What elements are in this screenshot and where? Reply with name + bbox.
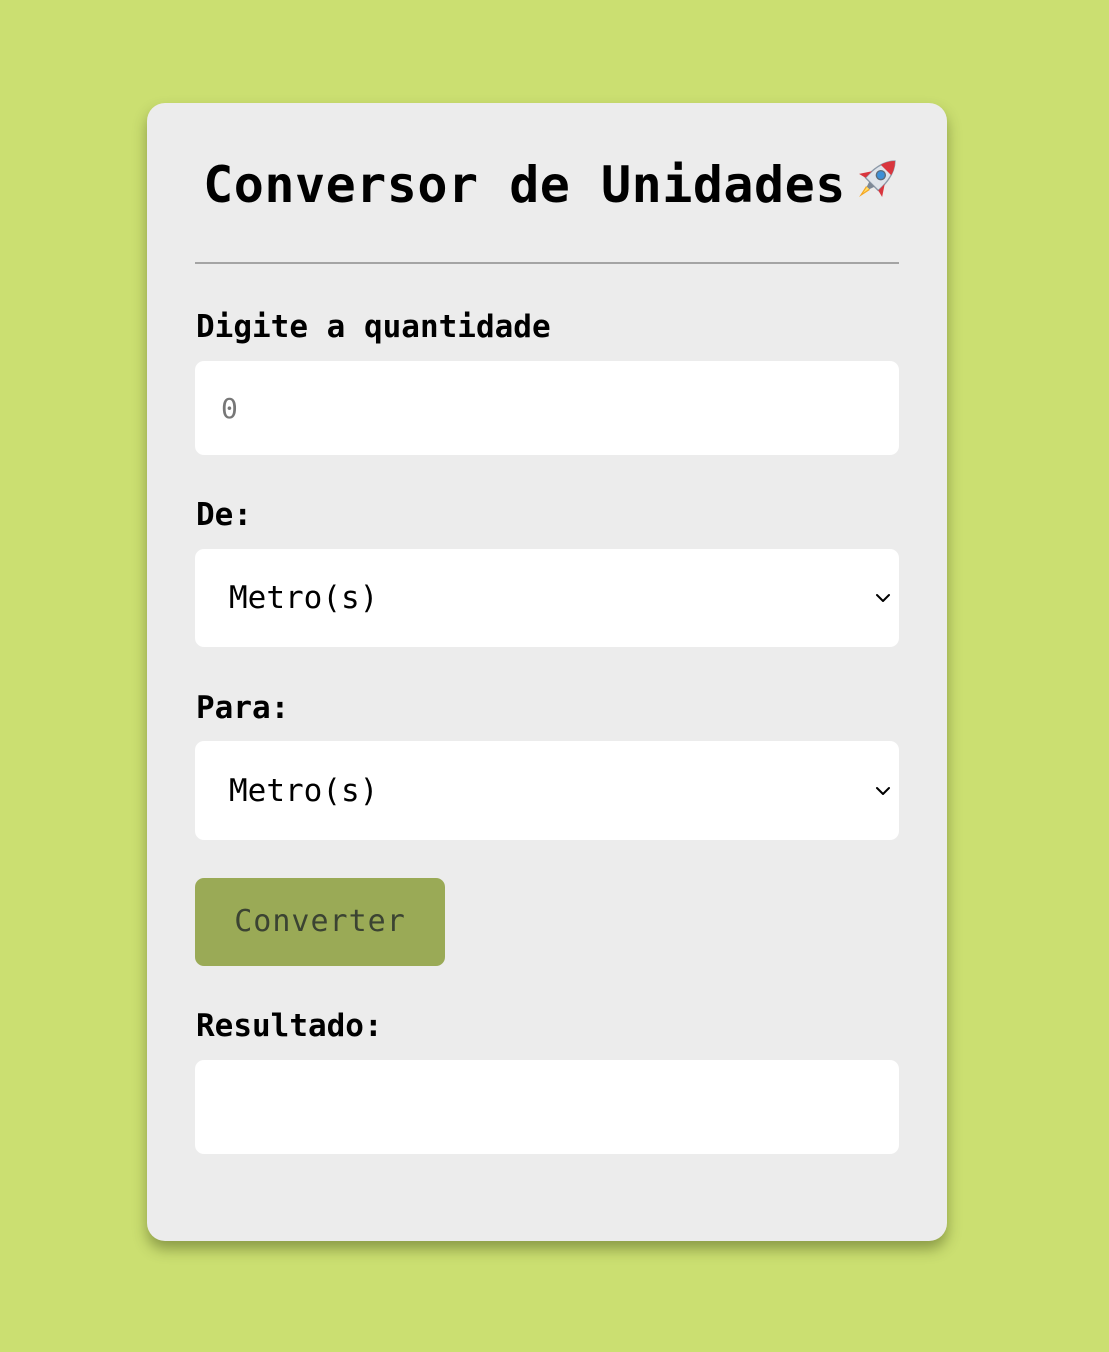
result-field[interactable] <box>195 1060 899 1154</box>
result-output[interactable] <box>195 1060 899 1154</box>
quantity-input[interactable] <box>195 361 899 455</box>
from-label: De: <box>196 497 252 533</box>
quantity-field[interactable] <box>195 361 899 455</box>
chevron-down-icon <box>876 786 890 795</box>
from-select-value: Metro(s) <box>229 580 379 616</box>
convert-button[interactable]: Converter <box>195 878 445 966</box>
to-select[interactable]: Metro(s) <box>195 741 899 840</box>
rocket-icon <box>848 150 906 208</box>
quantity-label: Digite a quantidade <box>196 309 551 345</box>
title-divider <box>195 262 899 264</box>
result-label: Resultado: <box>196 1008 383 1044</box>
to-label: Para: <box>196 690 290 726</box>
page-title: Conversor de Unidades <box>0 150 1109 217</box>
from-select[interactable]: Metro(s) <box>195 549 899 647</box>
page-title-text: Conversor de Unidades <box>203 156 846 214</box>
chevron-down-icon <box>876 594 890 602</box>
to-select-value: Metro(s) <box>229 772 379 809</box>
